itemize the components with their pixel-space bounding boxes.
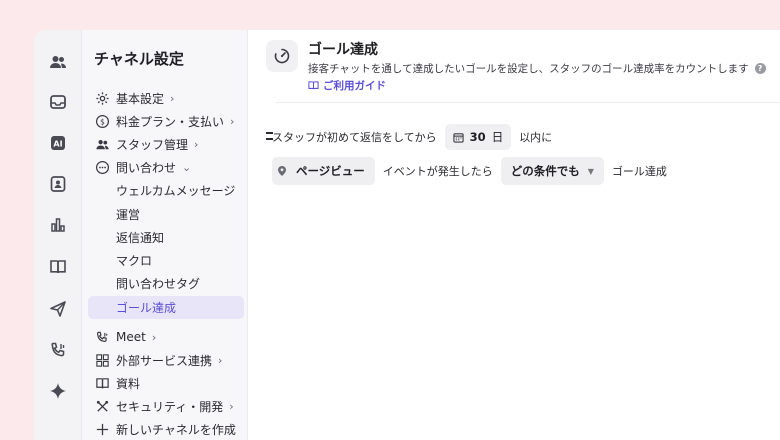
- sidebar-item-label: 資料: [116, 376, 141, 391]
- chevron-down-icon: ⌄: [182, 160, 192, 174]
- rule-suffix-text: 以内に: [519, 131, 553, 144]
- event-selector[interactable]: ページビュー: [272, 157, 375, 185]
- users-icon: [94, 136, 110, 152]
- phone-icon: [94, 329, 110, 345]
- plus-icon: [94, 421, 110, 437]
- page-title: ゴール達成: [308, 42, 378, 58]
- app-window: AI チャネル設定 基本設定 › $ 料金プラン・支払い › スタッフ管理 › …: [34, 30, 780, 440]
- sidebar-title: チャネル設定: [94, 50, 184, 68]
- user-guide-label: ご利用ガイド: [323, 80, 386, 92]
- users-icon[interactable]: [46, 50, 70, 74]
- sidebar-item-label: 新しいチャネルを作成: [116, 422, 236, 437]
- sidebar-item-new-channel[interactable]: 新しいチャネルを作成: [94, 419, 236, 439]
- event-label: ページビュー: [296, 164, 365, 178]
- sidebar-item-label: スタッフ管理: [116, 137, 189, 152]
- sidebar-subitem-welcome[interactable]: ウェルカムメッセージ: [116, 180, 235, 200]
- send-icon[interactable]: [46, 297, 70, 321]
- page-description: 接客チャットを通して達成したいゴールを設定し、スタッフのゴール達成率をカウントし…: [308, 61, 766, 76]
- sidebar-item-staff[interactable]: スタッフ管理 ›: [94, 134, 198, 154]
- chevron-right-icon: ›: [194, 137, 199, 151]
- sidebar-subitem-inquiry-tags[interactable]: 問い合わせタグ: [116, 273, 200, 293]
- sidebar-item-label: 基本設定: [116, 91, 165, 106]
- sidebar-item-label: 外部サービス連携: [116, 353, 213, 368]
- condition-label: どの条件でも: [510, 164, 580, 178]
- sidebar-item-label: Meet: [116, 330, 146, 344]
- inbox-icon[interactable]: [46, 90, 70, 114]
- days-selector[interactable]: 30 日: [444, 124, 512, 150]
- header-divider: [276, 102, 780, 103]
- ai-icon-label: AI: [53, 140, 62, 149]
- chevron-right-icon: ›: [218, 353, 223, 367]
- sidebar-item-meet[interactable]: Meet ›: [94, 327, 156, 347]
- goal-icon: [266, 40, 298, 72]
- sidebar-item-inquiries[interactable]: 問い合わせ ⌄: [94, 157, 191, 177]
- rule-row-time: スタッフが初めて返信をしてから 30 日 以内に: [272, 124, 552, 150]
- sidebar-item-label: 問い合わせ: [116, 160, 177, 175]
- sidebar-subitem-goal[interactable]: ゴール達成: [116, 297, 176, 317]
- event-text: イベントが発生したら: [382, 165, 493, 178]
- rule-row-event: ページビュー イベントが発生したら どの条件でも ▼ ゴール達成: [272, 157, 667, 185]
- calendar-icon: [453, 132, 464, 143]
- chat-icon: [94, 159, 110, 175]
- sparkle-icon[interactable]: [46, 379, 70, 403]
- page-description-text: 接客チャットを通して達成したいゴールを設定し、スタッフのゴール達成率をカウントし…: [308, 63, 749, 75]
- book-icon[interactable]: [46, 255, 70, 279]
- user-guide-link[interactable]: ご利用ガイド: [308, 78, 386, 93]
- sidebar-item-label: 料金プラン・支払い: [116, 114, 225, 129]
- main-content: ゴール達成 接客チャットを通して達成したいゴールを設定し、スタッフのゴール達成率…: [248, 30, 780, 440]
- sidebar-subitem-reply-notification[interactable]: 返信通知: [116, 227, 164, 247]
- chevron-right-icon: ›: [229, 399, 234, 413]
- sidebar-subitem-macro[interactable]: マクロ: [116, 250, 152, 270]
- chevron-right-icon: ›: [151, 330, 157, 344]
- sidebar-subitem-operation[interactable]: 運営: [116, 204, 140, 224]
- result-text: ゴール達成: [611, 165, 667, 178]
- book-icon: [94, 375, 110, 391]
- sidebar-item-label: セキュリティ・開発: [116, 399, 224, 414]
- location-pin-icon: [278, 166, 286, 176]
- chart-icon[interactable]: [46, 213, 70, 237]
- days-unit: 日: [491, 130, 504, 144]
- condition-dropdown[interactable]: どの条件でも ▼: [500, 157, 604, 185]
- caret-down-icon: ▼: [587, 166, 594, 176]
- days-value: 30: [469, 130, 486, 144]
- sidebar-item-security[interactable]: セキュリティ・開発 ›: [94, 396, 234, 416]
- sidebar-item-billing[interactable]: $ 料金プラン・支払い ›: [94, 111, 234, 131]
- ai-icon[interactable]: AI: [46, 131, 70, 155]
- sidebar-item-basic-settings[interactable]: 基本設定 ›: [94, 88, 174, 108]
- contact-icon[interactable]: [46, 172, 70, 196]
- dollar-icon: $: [94, 113, 110, 129]
- icon-rail: AI: [34, 30, 82, 440]
- phone-icon[interactable]: [46, 338, 70, 362]
- book-icon: [308, 81, 319, 90]
- help-icon[interactable]: ?: [754, 63, 766, 74]
- chevron-right-icon: ›: [230, 114, 235, 128]
- grid-icon: [94, 352, 110, 368]
- sidebar-item-integrations[interactable]: 外部サービス連携 ›: [94, 350, 222, 370]
- settings-sidebar: チャネル設定 基本設定 › $ 料金プラン・支払い › スタッフ管理 › 問い合…: [82, 30, 248, 440]
- chevron-right-icon: ›: [170, 91, 175, 105]
- sidebar-item-documents[interactable]: 資料: [94, 373, 140, 393]
- rule-prefix-text: スタッフが初めて返信をしてから: [272, 131, 437, 144]
- gear-icon: [94, 90, 110, 106]
- tools-icon: [94, 398, 110, 414]
- svg-text:$: $: [100, 117, 105, 126]
